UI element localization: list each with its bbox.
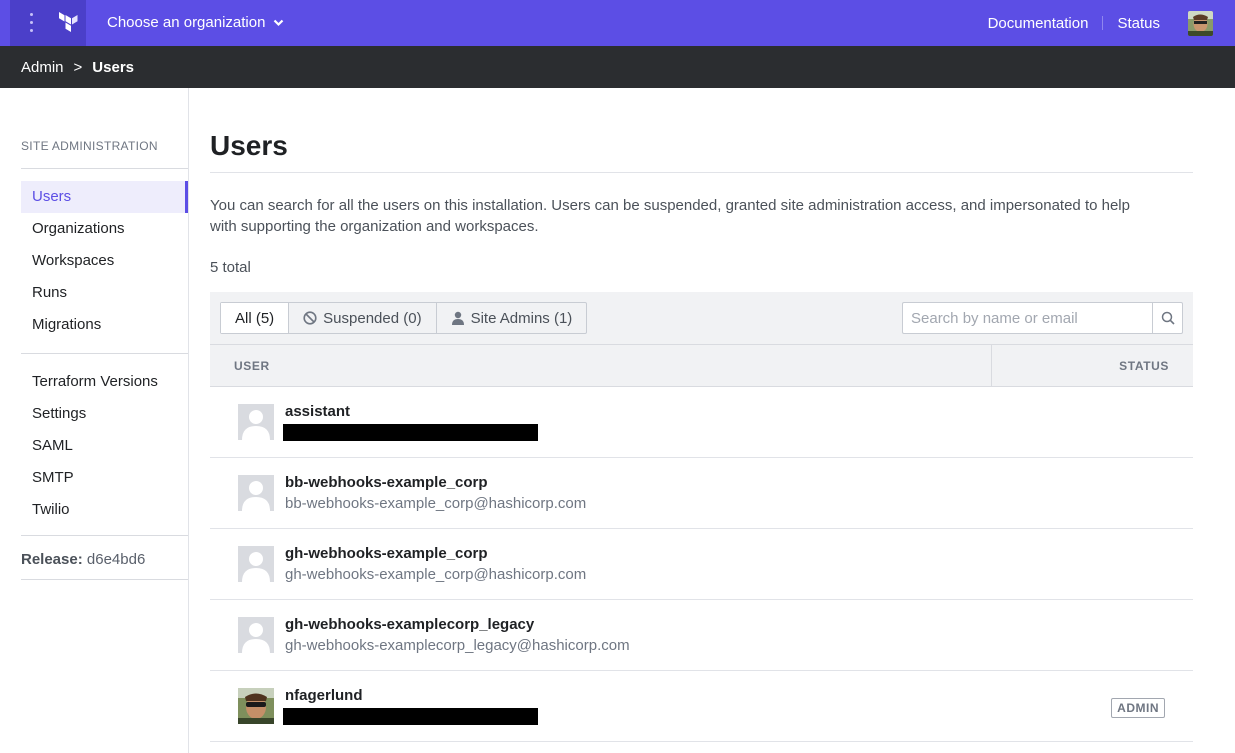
default-avatar-icon	[238, 546, 274, 582]
sidebar-item-saml[interactable]: SAML	[21, 430, 188, 462]
table-row[interactable]: gh-webhooks-examplecorp_legacy gh-webhoo…	[210, 600, 1193, 671]
sidebar-divider	[21, 353, 188, 354]
user-photo-icon	[238, 688, 274, 724]
admin-status-badge: ADMIN	[1111, 698, 1165, 718]
table-row[interactable]: bb-webhooks-example_corp bb-webhooks-exa…	[210, 458, 1193, 529]
tab-site-admins[interactable]: Site Admins (1)	[435, 303, 587, 333]
sidebar-item-terraform-versions[interactable]: Terraform Versions	[21, 366, 188, 398]
chevron-down-icon	[274, 19, 284, 27]
avatar	[238, 617, 274, 653]
user-avatar-menu[interactable]	[1188, 10, 1213, 36]
sidebar-item-migrations[interactable]: Migrations	[21, 309, 188, 341]
search-icon	[1161, 311, 1175, 325]
column-header-user: USER	[234, 359, 270, 373]
release-label: Release:	[21, 551, 83, 568]
redacted-email	[283, 708, 538, 725]
documentation-link[interactable]: Documentation	[988, 15, 1089, 32]
default-avatar-icon	[238, 404, 274, 440]
avatar	[238, 404, 274, 440]
release-version: Release: d6e4bd6	[21, 551, 145, 568]
organization-switcher[interactable]: Choose an organization	[107, 14, 284, 31]
sidebar-item-smtp[interactable]: SMTP	[21, 462, 188, 494]
sidebar-divider	[21, 535, 188, 536]
sidebar-item-runs[interactable]: Runs	[21, 277, 188, 309]
sidebar-item-twilio[interactable]: Twilio	[21, 494, 188, 526]
title-divider	[210, 172, 1193, 173]
user-name-link[interactable]: gh-webhooks-examplecorp_legacy	[285, 616, 534, 633]
avatar	[238, 546, 274, 582]
table-row[interactable]: nfagerlund ADMIN	[210, 671, 1193, 742]
user-name-link[interactable]: nfagerlund	[285, 687, 363, 704]
breadcrumb: Admin > Users	[0, 46, 1235, 88]
user-email: gh-webhooks-examplecorp_legacy@hashicorp…	[285, 637, 630, 654]
sidebar-item-settings[interactable]: Settings	[21, 398, 188, 430]
default-avatar-icon	[238, 617, 274, 653]
filter-bar: All (5) Suspended (0) Site Admins (1)	[210, 292, 1193, 344]
breadcrumb-admin-link[interactable]: Admin	[21, 59, 64, 76]
user-count: 5 total	[210, 259, 251, 276]
tab-suspended[interactable]: Suspended (0)	[288, 303, 435, 333]
sidebar-divider	[21, 579, 188, 580]
filter-tabs: All (5) Suspended (0) Site Admins (1)	[220, 302, 588, 334]
page-description: You can search for all the users on this…	[210, 197, 1130, 235]
sidebar-heading: SITE ADMINISTRATION	[21, 139, 158, 153]
users-table-header: USER STATUS	[210, 344, 1193, 387]
avatar	[238, 688, 274, 724]
app-menu-button[interactable]	[10, 0, 86, 46]
user-email: bb-webhooks-example_corp@hashicorp.com	[285, 495, 587, 512]
tab-all-label: All (5)	[235, 309, 275, 327]
sidebar-item-workspaces[interactable]: Workspaces	[21, 245, 188, 277]
page-title: Users	[210, 130, 288, 161]
user-search	[902, 302, 1183, 334]
avatar-photo-icon	[1188, 10, 1213, 36]
table-row[interactable]: gh-webhooks-example_corp gh-webhooks-exa…	[210, 529, 1193, 600]
user-email: gh-webhooks-example_corp@hashicorp.com	[285, 566, 587, 583]
sidebar-divider	[21, 168, 188, 169]
kebab-menu-icon[interactable]	[30, 13, 34, 33]
release-value: d6e4bd6	[86, 551, 146, 568]
user-name-link[interactable]: bb-webhooks-example_corp	[285, 474, 488, 491]
tab-all[interactable]: All (5)	[221, 303, 289, 333]
sidebar-item-users[interactable]: Users	[21, 181, 188, 213]
admin-sidebar: SITE ADMINISTRATION Users Organizations …	[0, 88, 189, 753]
top-navigation-bar: Choose an organization Documentation Sta…	[0, 0, 1235, 46]
organization-switcher-label[interactable]: Choose an organization	[107, 14, 265, 31]
redacted-email	[283, 424, 538, 441]
status-link[interactable]: Status	[1117, 15, 1160, 32]
nav-divider	[1102, 16, 1104, 30]
person-icon	[451, 311, 464, 325]
column-divider	[991, 345, 992, 387]
sidebar-item-organizations[interactable]: Organizations	[21, 213, 188, 245]
default-avatar-icon	[238, 475, 274, 511]
user-name-link[interactable]: gh-webhooks-example_corp	[285, 545, 488, 562]
tab-suspended-label: Suspended (0)	[323, 309, 422, 327]
column-header-status: STATUS	[1119, 359, 1169, 373]
tab-site-admins-label: Site Admins (1)	[470, 309, 573, 327]
breadcrumb-separator: >	[73, 58, 83, 76]
terraform-logo-icon[interactable]	[58, 12, 80, 34]
search-input[interactable]	[902, 302, 1152, 334]
avatar	[238, 475, 274, 511]
breadcrumb-current: Users	[92, 58, 134, 76]
search-button[interactable]	[1152, 302, 1183, 334]
table-row[interactable]: assistant	[210, 387, 1193, 458]
user-name-link[interactable]: assistant	[285, 403, 350, 420]
ban-icon	[303, 311, 317, 325]
